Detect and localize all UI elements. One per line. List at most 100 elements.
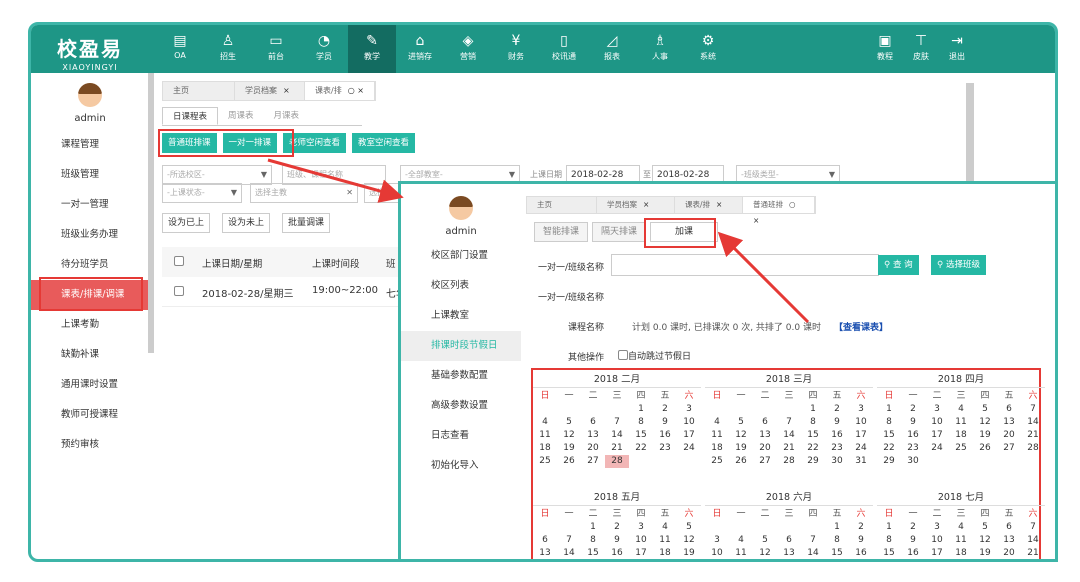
calendar-day[interactable]: 11 (949, 416, 973, 429)
close-icon[interactable]: × (283, 86, 290, 95)
calendar-day[interactable]: 17 (629, 547, 653, 559)
avatar[interactable] (449, 196, 473, 220)
calendar-day[interactable]: 27 (997, 442, 1021, 455)
calendar-day[interactable]: 17 (677, 429, 701, 442)
calendar-day[interactable]: 9 (849, 534, 873, 547)
nav-item-finance[interactable]: ¥ 财务 (492, 25, 540, 73)
calendar-day[interactable]: 10 (849, 416, 873, 429)
calendar-day[interactable]: 12 (729, 429, 753, 442)
calendar-day[interactable]: 19 (677, 547, 701, 559)
calendar-day[interactable]: 26 (973, 560, 997, 562)
calendar-day[interactable]: 9 (825, 416, 849, 429)
calendar-day[interactable]: 2 (653, 403, 677, 416)
calendar-day[interactable]: 18 (949, 429, 973, 442)
nav-item-student[interactable]: ◔ 学员 (300, 25, 348, 73)
calendar-day[interactable]: 22 (581, 560, 605, 562)
calendar-day[interactable]: 12 (557, 429, 581, 442)
calendar-day[interactable]: 27 (581, 455, 605, 468)
calendar-day[interactable]: 13 (753, 429, 777, 442)
calendar-day[interactable]: 9 (653, 416, 677, 429)
calendar-day[interactable]: 11 (533, 429, 557, 442)
class-name-input[interactable] (611, 254, 879, 276)
calendar-day[interactable]: 25 (533, 455, 557, 468)
calendar-day[interactable]: 11 (729, 547, 753, 559)
calendar-day[interactable]: 13 (997, 534, 1021, 547)
tab-monthly[interactable]: 月课表 (264, 107, 310, 125)
calendar-day[interactable]: 10 (629, 534, 653, 547)
close-icon[interactable]: ○ × (348, 86, 364, 95)
calendar-day[interactable]: 28 (1021, 442, 1045, 455)
calendar-day[interactable]: 16 (605, 547, 629, 559)
nav-item-phone[interactable]: ▯ 校讯通 (540, 25, 588, 73)
calendar-day[interactable]: 2 (849, 521, 873, 534)
calendar-day[interactable]: 7 (605, 416, 629, 429)
calendar-day[interactable]: 25 (949, 442, 973, 455)
nav-item-tag[interactable]: ◈ 营销 (444, 25, 492, 73)
calendar-day[interactable]: 30 (901, 455, 925, 468)
calendar-day[interactable]: 13 (997, 416, 1021, 429)
calendar-day[interactable]: 16 (653, 429, 677, 442)
calendar-day[interactable]: 14 (1021, 416, 1045, 429)
overlay-sidebar-item[interactable]: 日志查看 (401, 421, 521, 451)
calendar-day[interactable]: 19 (753, 560, 777, 562)
tab-home[interactable]: 主页 (527, 197, 597, 213)
calendar-day[interactable]: 18 (653, 547, 677, 559)
nav-item-gear[interactable]: ⚙ 系统 (684, 25, 732, 73)
calendar-day[interactable]: 16 (825, 429, 849, 442)
calendar-day[interactable]: 20 (581, 442, 605, 455)
nav-item-people[interactable]: ♗ 人事 (636, 25, 684, 73)
calendar-day[interactable]: 29 (877, 455, 901, 468)
nav-item-logout[interactable]: ⇥ 退出 (939, 25, 975, 73)
status-select[interactable]: -上课状态- ▼ (162, 183, 242, 203)
calendar-day[interactable]: 4 (949, 521, 973, 534)
sidebar-item[interactable]: 上课考勤 (31, 310, 149, 340)
calendar-day[interactable]: 1 (877, 403, 901, 416)
calendar-day[interactable]: 15 (877, 429, 901, 442)
calendar-day[interactable]: 22 (801, 442, 825, 455)
calendar-day[interactable]: 27 (753, 455, 777, 468)
calendar-day[interactable]: 1 (581, 521, 605, 534)
calendar-day[interactable]: 23 (901, 442, 925, 455)
calendar-day[interactable]: 28 (605, 455, 629, 468)
calendar-day[interactable]: 12 (973, 416, 997, 429)
nav-item-oa[interactable]: ▤ OA (156, 25, 204, 73)
calendar-day[interactable]: 23 (605, 560, 629, 562)
calendar-day[interactable]: 5 (973, 403, 997, 416)
calendar-day[interactable]: 2 (901, 403, 925, 416)
calendar-day[interactable]: 23 (825, 442, 849, 455)
calendar-day[interactable]: 3 (925, 521, 949, 534)
calendar-day[interactable]: 31 (849, 455, 873, 468)
calendar-day[interactable]: 20 (777, 560, 801, 562)
calendar-day[interactable]: 9 (901, 416, 925, 429)
skip-holiday-checkbox[interactable] (618, 350, 628, 360)
calendar-day[interactable]: 18 (705, 442, 729, 455)
calendar-day[interactable]: 24 (629, 560, 653, 562)
set-done-button[interactable]: 设为已上 (162, 213, 211, 233)
calendar-day[interactable]: 2 (825, 403, 849, 416)
calendar-day[interactable]: 7 (1021, 521, 1045, 534)
calendar-day[interactable]: 23 (653, 442, 677, 455)
calendar-day[interactable]: 11 (705, 429, 729, 442)
calendar-day[interactable]: 20 (753, 442, 777, 455)
calendar-day[interactable]: 30 (825, 455, 849, 468)
calendar-day[interactable]: 15 (629, 429, 653, 442)
overlay-sidebar-item[interactable]: 排课时段节假日 (401, 331, 521, 361)
nav-item-chart[interactable]: ◿ 报表 (588, 25, 636, 73)
calendar-day[interactable]: 26 (557, 455, 581, 468)
view-schedule-link[interactable]: 【查看课表】 (834, 320, 888, 333)
calendar-day[interactable]: 7 (557, 534, 581, 547)
calendar-day[interactable]: 8 (629, 416, 653, 429)
calendar-day[interactable]: 24 (925, 442, 949, 455)
calendar-day[interactable]: 14 (605, 429, 629, 442)
calendar-day[interactable]: 25 (705, 455, 729, 468)
calendar-day[interactable]: 5 (557, 416, 581, 429)
select-all-checkbox[interactable] (174, 256, 184, 266)
calendar-day[interactable]: 26 (677, 560, 701, 562)
calendar-day[interactable]: 29 (801, 455, 825, 468)
overlay-sidebar-item[interactable]: 校区列表 (401, 271, 521, 301)
skip-holiday-option[interactable]: 自动跳过节假日 (618, 349, 691, 362)
sidebar-item[interactable]: 通用课时设置 (31, 370, 149, 400)
calendar-day[interactable]: 26 (729, 455, 753, 468)
calendar-day[interactable]: 18 (949, 547, 973, 559)
calendar-day[interactable]: 17 (849, 429, 873, 442)
